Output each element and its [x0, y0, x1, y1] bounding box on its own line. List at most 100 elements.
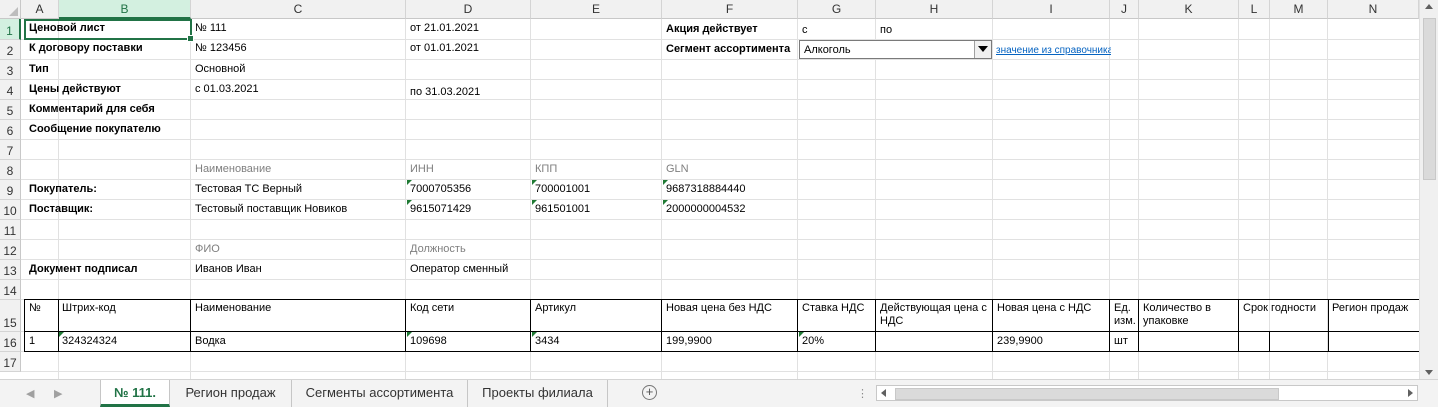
th-current-price-vat[interactable]: Действующая цена с НДС	[877, 302, 995, 328]
row-header-12[interactable]: 12	[0, 240, 21, 260]
td-new-price-no-vat[interactable]: 199,9900	[663, 335, 712, 347]
row-header-11[interactable]: 11	[0, 220, 21, 240]
row-header-6[interactable]: 6	[0, 120, 21, 140]
row-header-1[interactable]: 1	[0, 19, 21, 40]
row-header-13[interactable]: 13	[0, 260, 21, 280]
row-header-7[interactable]: 7	[0, 140, 21, 160]
row-header-4[interactable]: 4	[0, 80, 21, 100]
comment-label[interactable]: Комментарий для себя	[26, 103, 155, 115]
column-header-N[interactable]: N	[1328, 0, 1419, 19]
vertical-scroll-thumb[interactable]	[1423, 18, 1436, 180]
tab-sheet-111[interactable]: № 111.	[100, 380, 170, 407]
prices-valid-label[interactable]: Цены действуют	[26, 83, 121, 95]
signer-col-fio[interactable]: ФИО	[192, 243, 220, 255]
price-list-date[interactable]: от 21.01.2021	[407, 22, 479, 34]
scroll-right-icon[interactable]	[1408, 389, 1413, 397]
row-header-9[interactable]: 9	[0, 180, 21, 200]
promo-from[interactable]: с	[799, 24, 808, 36]
supplier-kpp[interactable]: 961501001	[532, 203, 590, 215]
promo-label[interactable]: Акция действует	[663, 23, 758, 35]
td-number[interactable]: 1	[26, 335, 35, 347]
select-all-corner[interactable]	[0, 0, 21, 19]
tab-scroll-right-icon[interactable]: ▶	[54, 387, 62, 400]
column-header-J[interactable]: J	[1110, 0, 1139, 19]
signer-label[interactable]: Документ подписал	[26, 263, 137, 275]
contract-label[interactable]: К договору поставки	[26, 42, 143, 54]
more-options-icon[interactable]: ⋮	[857, 387, 869, 400]
buyer-label[interactable]: Покупатель:	[26, 183, 97, 195]
horizontal-scrollbar[interactable]	[876, 385, 1418, 401]
column-header-A[interactable]: A	[21, 0, 59, 19]
parties-col-name[interactable]: Наименование	[192, 163, 271, 175]
th-number[interactable]: №	[26, 302, 41, 314]
prices-valid-to[interactable]: по 31.03.2021	[407, 86, 480, 98]
signer-fio[interactable]: Иванов Иван	[192, 263, 262, 275]
parties-col-inn[interactable]: ИНН	[407, 163, 434, 175]
th-barcode[interactable]: Штрих-код	[59, 302, 116, 314]
column-header-D[interactable]: D	[406, 0, 531, 19]
supplier-label[interactable]: Поставщик:	[26, 203, 93, 215]
th-network-code[interactable]: Код сети	[407, 302, 454, 314]
th-name[interactable]: Наименование	[192, 302, 271, 314]
column-header-B[interactable]: B	[59, 0, 191, 19]
type-label[interactable]: Тип	[26, 63, 49, 75]
signer-position[interactable]: Оператор сменный	[407, 263, 508, 275]
row-header-2[interactable]: 2	[0, 40, 21, 60]
row-header-5[interactable]: 5	[0, 100, 21, 120]
message-label[interactable]: Сообщение покупателю	[26, 123, 161, 135]
type-value[interactable]: Основной	[192, 63, 245, 75]
scroll-up-icon[interactable]	[1425, 4, 1433, 9]
th-new-price-no-vat[interactable]: Новая цена без НДС	[663, 302, 772, 314]
horizontal-scroll-thumb[interactable]	[895, 388, 1279, 400]
th-article[interactable]: Артикул	[532, 302, 576, 314]
column-header-G[interactable]: G	[798, 0, 876, 19]
row-header-17[interactable]: 17	[0, 352, 21, 372]
segment-label[interactable]: Сегмент ассортимента	[663, 43, 790, 55]
vertical-scrollbar[interactable]	[1419, 0, 1438, 379]
prices-valid-from[interactable]: с 01.03.2021	[192, 83, 259, 95]
th-new-price-vat[interactable]: Новая цена с НДС	[994, 302, 1091, 314]
column-header-L[interactable]: L	[1239, 0, 1270, 19]
tab-assortment-segments[interactable]: Сегменты ассортимента	[292, 380, 468, 407]
column-header-K[interactable]: K	[1139, 0, 1239, 19]
contract-date[interactable]: от 01.01.2021	[407, 42, 479, 54]
buyer-inn[interactable]: 7000705356	[407, 183, 471, 195]
segment-dropdown[interactable]: Алкоголь	[799, 40, 992, 59]
buyer-gln[interactable]: 9687318884440	[663, 183, 746, 195]
column-header-E[interactable]: E	[531, 0, 662, 19]
tab-scroll-left-icon[interactable]: ◀	[26, 387, 34, 400]
signer-col-position[interactable]: Должность	[407, 243, 466, 255]
scroll-down-icon[interactable]	[1425, 370, 1433, 375]
active-cell-selection[interactable]	[24, 19, 194, 42]
th-vat-rate[interactable]: Ставка НДС	[799, 302, 864, 314]
row-header-14[interactable]: 14	[0, 280, 21, 300]
buyer-kpp[interactable]: 700001001	[532, 183, 590, 195]
parties-col-gln[interactable]: GLN	[663, 163, 689, 175]
row-header-15[interactable]: 15	[0, 300, 21, 332]
tab-sales-region[interactable]: Регион продаж	[170, 380, 292, 407]
scroll-left-icon[interactable]	[881, 389, 886, 397]
th-pack-qty[interactable]: Количество в упаковке	[1140, 302, 1240, 328]
promo-to[interactable]: по	[877, 24, 892, 36]
td-barcode[interactable]: 324324324	[59, 335, 117, 347]
th-shelf-life[interactable]: Срок годности	[1240, 302, 1316, 314]
price-list-number[interactable]: № 111	[192, 22, 227, 34]
row-header-16[interactable]: 16	[0, 332, 21, 352]
column-header-M[interactable]: M	[1270, 0, 1328, 19]
td-network-code[interactable]: 109698	[407, 335, 447, 347]
td-name[interactable]: Водка	[192, 335, 226, 347]
supplier-name[interactable]: Тестовый поставщик Новиков	[192, 203, 347, 215]
tab-branch-projects[interactable]: Проекты филиала	[468, 380, 608, 407]
chevron-down-icon[interactable]	[974, 41, 991, 58]
column-header-I[interactable]: I	[993, 0, 1110, 19]
td-unit[interactable]: шт	[1111, 335, 1128, 347]
row-header-3[interactable]: 3	[0, 60, 21, 80]
th-unit[interactable]: Ед. изм.	[1111, 302, 1141, 328]
add-sheet-icon[interactable]: +	[642, 385, 657, 400]
row-header-10[interactable]: 10	[0, 200, 21, 220]
parties-col-kpp[interactable]: КПП	[532, 163, 557, 175]
supplier-inn[interactable]: 9615071429	[407, 203, 471, 215]
td-new-price-vat[interactable]: 239,9900	[994, 335, 1043, 347]
contract-number[interactable]: № 123456	[192, 42, 247, 54]
column-header-C[interactable]: C	[191, 0, 406, 19]
